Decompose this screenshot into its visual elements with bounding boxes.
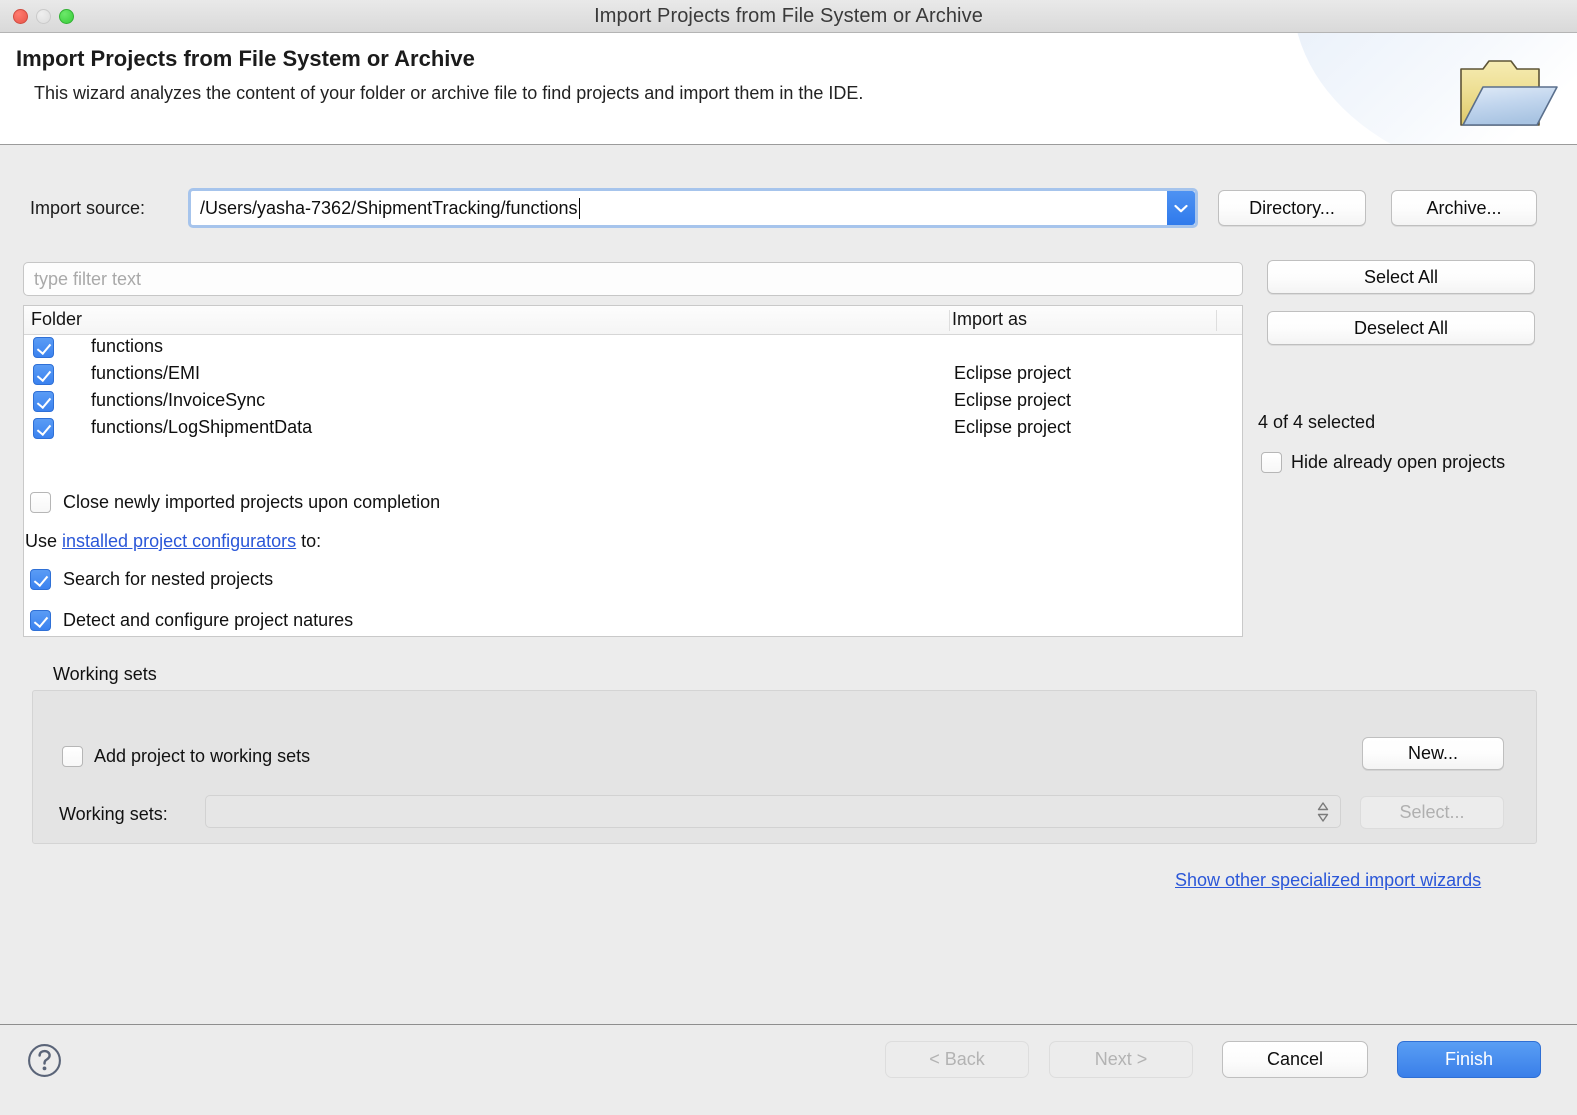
import-source-input[interactable]: /Users/yasha-7362/ShipmentTracking/funct… — [191, 191, 1167, 225]
hide-already-open-projects-checkbox[interactable] — [1261, 452, 1282, 473]
minimize-window-button[interactable] — [36, 9, 51, 24]
table-row[interactable]: functions/EMI Eclipse project — [24, 362, 1242, 389]
import-source-value: /Users/yasha-7362/ShipmentTracking/funct… — [200, 197, 578, 218]
close-newly-imported-row[interactable]: Close newly imported projects upon compl… — [30, 492, 440, 513]
row-import-as: Eclipse project — [954, 390, 1072, 410]
installed-project-configurators-link[interactable]: installed project configurators — [62, 531, 296, 551]
close-newly-imported-checkbox[interactable] — [30, 492, 51, 513]
next-button[interactable]: Next > — [1049, 1041, 1193, 1078]
directory-button[interactable]: Directory... — [1218, 190, 1366, 226]
add-project-to-working-sets-label: Add project to working sets — [94, 746, 311, 766]
detect-project-natures-checkbox[interactable] — [30, 610, 51, 631]
row-import-as: Eclipse project — [954, 363, 1072, 383]
table-header-row: Folder Import as — [24, 306, 1242, 335]
wizard-header-banner: Import Projects from File System or Arch… — [0, 33, 1577, 145]
selected-count-label: 4 of 4 selected — [1258, 412, 1376, 432]
hide-already-open-projects-checkbox-row[interactable]: Hide already open projects — [1261, 452, 1505, 473]
hide-already-open-projects-label: Hide already open projects — [1291, 452, 1506, 472]
add-project-to-working-sets-checkbox[interactable] — [62, 746, 83, 767]
column-header-import-as[interactable]: Import as — [952, 309, 1027, 330]
stepper-updown-icon[interactable] — [1315, 800, 1331, 824]
row-checkbox[interactable] — [33, 364, 54, 385]
archive-button[interactable]: Archive... — [1391, 190, 1537, 226]
close-newly-imported-label: Close newly imported projects upon compl… — [63, 492, 441, 512]
help-question-icon[interactable] — [27, 1043, 62, 1078]
row-checkbox[interactable] — [33, 337, 54, 358]
search-nested-projects-row[interactable]: Search for nested projects — [30, 569, 273, 590]
column-divider[interactable] — [949, 310, 950, 331]
search-nested-projects-checkbox[interactable] — [30, 569, 51, 590]
working-sets-combo[interactable] — [205, 795, 1341, 828]
table-body: functions functions/EMI Eclipse project fun… — [24, 335, 1242, 443]
folder-import-icon — [1460, 60, 1558, 126]
close-window-button[interactable] — [13, 9, 28, 24]
new-working-set-button[interactable]: New... — [1362, 737, 1504, 770]
detect-project-natures-label: Detect and configure project natures — [63, 610, 354, 630]
row-checkbox-cell[interactable] — [33, 364, 54, 385]
maximize-window-button[interactable] — [59, 9, 74, 24]
row-import-as: Eclipse project — [954, 417, 1072, 437]
window-controls — [13, 9, 74, 24]
back-button[interactable]: < Back — [885, 1041, 1029, 1078]
working-sets-field-label: Working sets: — [59, 804, 168, 824]
import-wizard-dialog: Import Projects from File System or Arch… — [0, 0, 1577, 1115]
working-sets-legend: Working sets — [48, 664, 162, 685]
select-working-set-button[interactable]: Select... — [1360, 796, 1504, 829]
show-other-specialized-import-wizards-link[interactable]: Show other specialized import wizards — [1175, 870, 1481, 890]
configurators-line: Use installed project configurators to: — [25, 531, 321, 552]
row-checkbox[interactable] — [33, 391, 54, 412]
finish-button[interactable]: Finish — [1397, 1041, 1541, 1078]
column-divider[interactable] — [1216, 310, 1217, 331]
chevron-down-icon[interactable] — [1167, 191, 1195, 225]
wizard-page-title: Import Projects from File System or Arch… — [16, 46, 475, 71]
table-row[interactable]: functions — [24, 335, 1242, 362]
select-all-button[interactable]: Select All — [1267, 260, 1535, 294]
row-checkbox[interactable] — [33, 418, 54, 439]
wizard-body: Import source: /Users/yasha-7362/Shipmen… — [0, 145, 1577, 1024]
column-header-folder[interactable]: Folder — [31, 309, 82, 330]
row-folder-path: functions/EMI — [91, 363, 201, 383]
show-other-wizards-container: Show other specialized import wizards — [1175, 870, 1481, 891]
window-title: Import Projects from File System or Arch… — [594, 4, 983, 27]
search-nested-projects-label: Search for nested projects — [63, 569, 274, 589]
window-titlebar: Import Projects from File System or Arch… — [0, 0, 1577, 33]
text-caret — [578, 197, 580, 219]
row-folder-path: functions/InvoiceSync — [91, 390, 266, 410]
import-source-combo[interactable]: /Users/yasha-7362/ShipmentTracking/funct… — [188, 188, 1198, 228]
import-source-row: Import source: /Users/yasha-7362/Shipmen… — [0, 188, 1577, 230]
row-folder-path: functions — [91, 336, 164, 356]
dialog-footer: < Back Next > Cancel Finish — [0, 1024, 1577, 1115]
row-checkbox-cell[interactable] — [33, 391, 54, 412]
filter-input[interactable] — [23, 262, 1243, 296]
row-folder-path: functions/LogShipmentData — [91, 417, 313, 437]
deselect-all-button[interactable]: Deselect All — [1267, 311, 1535, 345]
table-row[interactable]: functions/InvoiceSync Eclipse project — [24, 389, 1242, 416]
cancel-button[interactable]: Cancel — [1222, 1041, 1368, 1078]
row-checkbox-cell[interactable] — [33, 418, 54, 439]
add-project-to-working-sets-row[interactable]: Add project to working sets — [62, 746, 310, 767]
table-row[interactable]: functions/LogShipmentData Eclipse project — [24, 416, 1242, 443]
wizard-page-description: This wizard analyzes the content of your… — [34, 83, 864, 103]
configurators-suffix: to: — [296, 531, 322, 551]
import-source-label: Import source: — [30, 198, 146, 218]
configurators-prefix: Use — [25, 531, 63, 551]
detect-project-natures-row[interactable]: Detect and configure project natures — [30, 610, 353, 631]
row-checkbox-cell[interactable] — [33, 337, 54, 358]
